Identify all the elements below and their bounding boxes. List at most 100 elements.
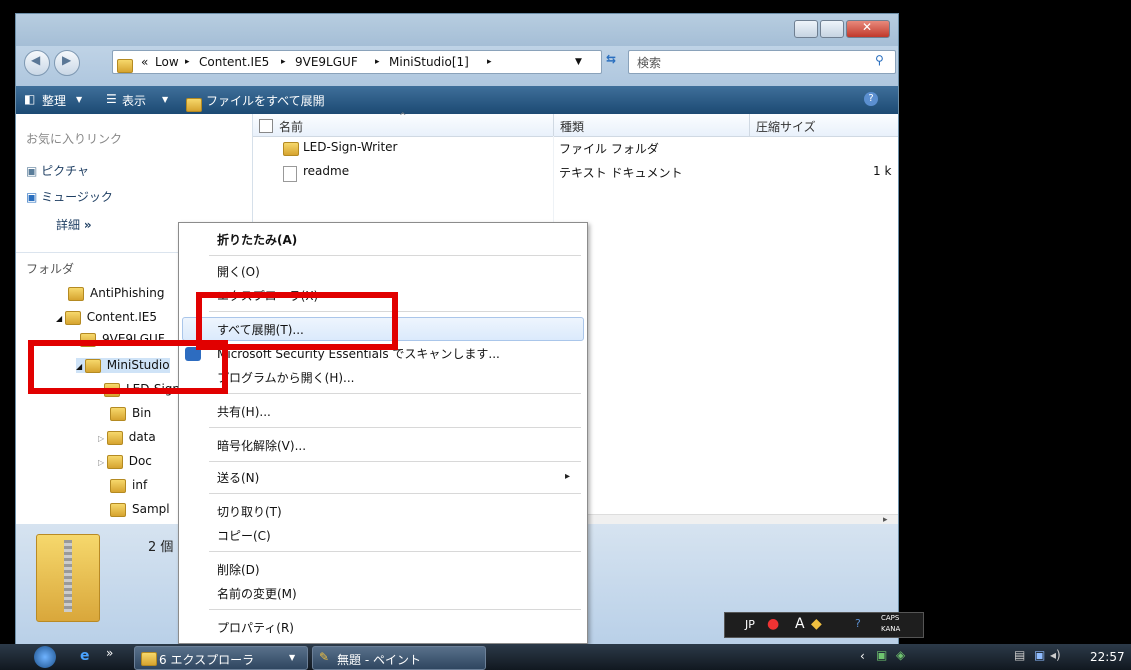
search-icon[interactable]: ⚲	[875, 53, 884, 67]
collapse-arrow-icon[interactable]: ▷	[98, 458, 107, 467]
ime-icon[interactable]: ●	[767, 616, 779, 632]
folder-icon	[106, 454, 123, 469]
menu-item-properties[interactable]: プロパティ(R)	[217, 619, 294, 636]
file-row[interactable]: readme テキスト ドキュメント 1 k	[253, 160, 898, 184]
taskbar-button-explorer[interactable]: 6 エクスプローラ ▼	[134, 646, 308, 670]
device-icon[interactable]: ▤	[1014, 648, 1025, 662]
tree-item-doc[interactable]: ▷ Doc	[98, 454, 152, 469]
sort-arrow-icon: ^	[399, 112, 407, 122]
breadcrumb-item-9ve9lguf[interactable]: 9VE9LGUF	[295, 55, 358, 69]
pictures-icon: ▣	[26, 164, 42, 178]
breadcrumb-separator[interactable]: ▸	[281, 57, 286, 67]
file-name: readme	[303, 164, 350, 178]
folder-icon	[141, 651, 157, 666]
tree-item-sample[interactable]: Sampl	[110, 502, 170, 517]
item-count: 2 個	[148, 540, 174, 555]
extract-all-button[interactable]: ファイルをすべて展開	[206, 92, 325, 109]
input-mode-icon[interactable]: A	[795, 616, 805, 632]
organize-dropdown-icon[interactable]: ▼	[76, 95, 82, 104]
volume-icon[interactable]: ◂)	[1050, 648, 1061, 662]
back-arrow-icon: ◀	[31, 53, 41, 67]
view-button[interactable]: 表示	[122, 92, 146, 109]
refresh-icon[interactable]: ⇆	[606, 52, 616, 66]
tray-arrow-icon[interactable]: ‹	[860, 649, 865, 663]
paint-icon: ✎	[319, 650, 330, 664]
menu-item-copy[interactable]: コピー(C)	[217, 527, 271, 544]
favorite-music[interactable]: ▣ ミュージック	[26, 188, 113, 205]
help-icon[interactable]: ?	[855, 617, 861, 630]
menu-item-share[interactable]: 共有(H)...	[217, 403, 271, 420]
ie-icon[interactable]: e	[80, 648, 90, 664]
search-placeholder: 検索	[637, 56, 662, 70]
breadcrumb-item-ministudio[interactable]: MiniStudio[1]	[389, 55, 469, 69]
collapse-arrow-icon[interactable]: ▷	[98, 434, 107, 443]
security-icon[interactable]: ◈	[896, 648, 905, 662]
favorite-pictures[interactable]: ▣ ピクチャ	[26, 162, 89, 179]
folder-icon	[64, 310, 81, 325]
tree-item-bin[interactable]: Bin	[110, 406, 151, 421]
tree-item-antiphishing[interactable]: AntiPhishing	[68, 286, 164, 301]
file-row[interactable]: LED-Sign-Writer ファイル フォルダ	[253, 136, 898, 160]
help-icon[interactable]: ?	[864, 92, 878, 106]
title-bar[interactable]	[16, 14, 898, 46]
menu-item-open-with[interactable]: プログラムから開く(H)...	[217, 369, 354, 386]
minimize-button[interactable]	[794, 20, 818, 38]
more-link[interactable]: 詳細 »	[56, 216, 92, 233]
menu-item-rename[interactable]: 名前の変更(M)	[217, 585, 297, 602]
expand-arrow-icon[interactable]: ◢	[56, 314, 65, 323]
menu-separator	[209, 551, 581, 552]
menu-item-collapse[interactable]: 折りたたみ(A)	[217, 231, 297, 248]
caps-indicator: CAPS	[881, 614, 900, 622]
taskbar-button-paint[interactable]: ✎ 無題 - ペイント	[312, 646, 486, 670]
column-header-type[interactable]: 種類	[553, 114, 750, 137]
view-dropdown-icon[interactable]: ▼	[162, 95, 168, 104]
menu-separator	[209, 393, 581, 394]
maximize-button[interactable]	[820, 20, 844, 38]
view-icon: ☰	[106, 92, 117, 106]
menu-separator	[209, 255, 581, 256]
breadcrumb-separator[interactable]: ▸	[375, 57, 380, 67]
start-button[interactable]	[34, 646, 56, 668]
tools-icon[interactable]: ◆	[811, 616, 822, 632]
forward-button[interactable]: ▶	[54, 50, 80, 76]
menu-item-send-to[interactable]: 送る(N)	[217, 469, 259, 486]
breadcrumb-item-low[interactable]: Low	[155, 55, 179, 69]
organize-button[interactable]: 整理	[42, 92, 66, 109]
group-dropdown-icon[interactable]: ▼	[289, 653, 295, 662]
menu-separator	[209, 493, 581, 494]
folder-icon	[110, 502, 126, 517]
sync-icon[interactable]: ▣	[1034, 648, 1045, 662]
tree-item-data[interactable]: ▷ data	[98, 430, 156, 445]
file-type: テキスト ドキュメント	[559, 166, 683, 180]
menu-item-decrypt[interactable]: 暗号化解除(V)...	[217, 437, 306, 454]
folders-title[interactable]: フォルダ	[26, 260, 74, 277]
folder-icon	[110, 406, 126, 421]
network-icon[interactable]: ▣	[876, 648, 887, 662]
breadcrumb-item-content-ie5[interactable]: Content.IE5	[199, 55, 269, 69]
select-all-checkbox[interactable]	[259, 119, 273, 133]
close-button[interactable]: ✕	[846, 20, 890, 38]
zipper-icon	[64, 540, 72, 612]
back-button[interactable]: ◀	[24, 50, 50, 76]
menu-separator	[209, 609, 581, 610]
menu-item-cut[interactable]: 切り取り(T)	[217, 503, 282, 520]
column-header-size[interactable]: 圧縮サイズ	[749, 114, 898, 137]
clock[interactable]: 22:57	[1090, 650, 1125, 664]
folder-icon	[283, 142, 299, 156]
menu-item-open[interactable]: 開く(O)	[217, 263, 260, 280]
breadcrumb-prefix[interactable]: «	[141, 55, 148, 69]
kana-indicator: KANA	[881, 625, 901, 633]
quicklaunch-chevron-icon[interactable]: »	[106, 646, 113, 660]
tree-item-inf[interactable]: inf	[110, 478, 147, 493]
column-header-name[interactable]: 名前 ^	[253, 112, 553, 137]
language-bar[interactable]: JP ● A ◆ ? CAPS KANA	[724, 612, 924, 638]
language-indicator[interactable]: JP	[745, 618, 755, 631]
search-input[interactable]: 検索 ⚲	[628, 50, 896, 74]
history-dropdown-icon[interactable]: ▼	[575, 57, 582, 67]
breadcrumb-separator[interactable]: ▸	[487, 57, 492, 67]
folder-icon	[110, 478, 126, 493]
breadcrumb-separator[interactable]: ▸	[185, 57, 190, 67]
menu-item-delete[interactable]: 削除(D)	[217, 561, 260, 578]
tree-item-content-ie5[interactable]: ◢ Content.IE5	[56, 310, 157, 325]
address-bar[interactable]: « Low ▸ Content.IE5 ▸ 9VE9LGUF ▸ MiniStu…	[112, 50, 602, 74]
